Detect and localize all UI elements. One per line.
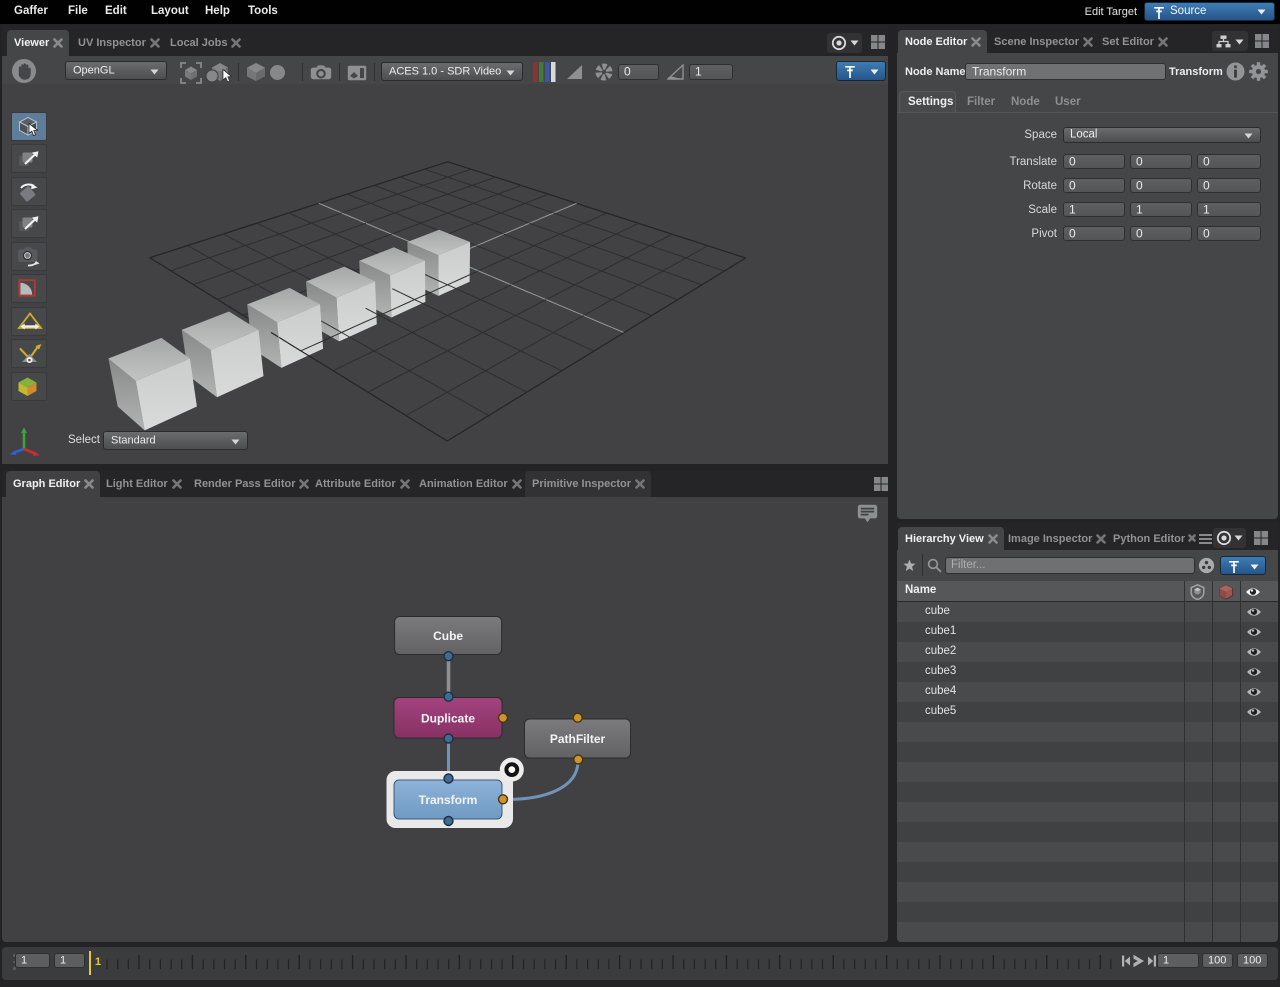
svg-text:PathFilter: PathFilter xyxy=(550,732,606,746)
svg-text:Duplicate: Duplicate xyxy=(421,711,475,725)
svg-text:Transform: Transform xyxy=(419,793,478,807)
svg-text:Cube: Cube xyxy=(433,629,463,643)
